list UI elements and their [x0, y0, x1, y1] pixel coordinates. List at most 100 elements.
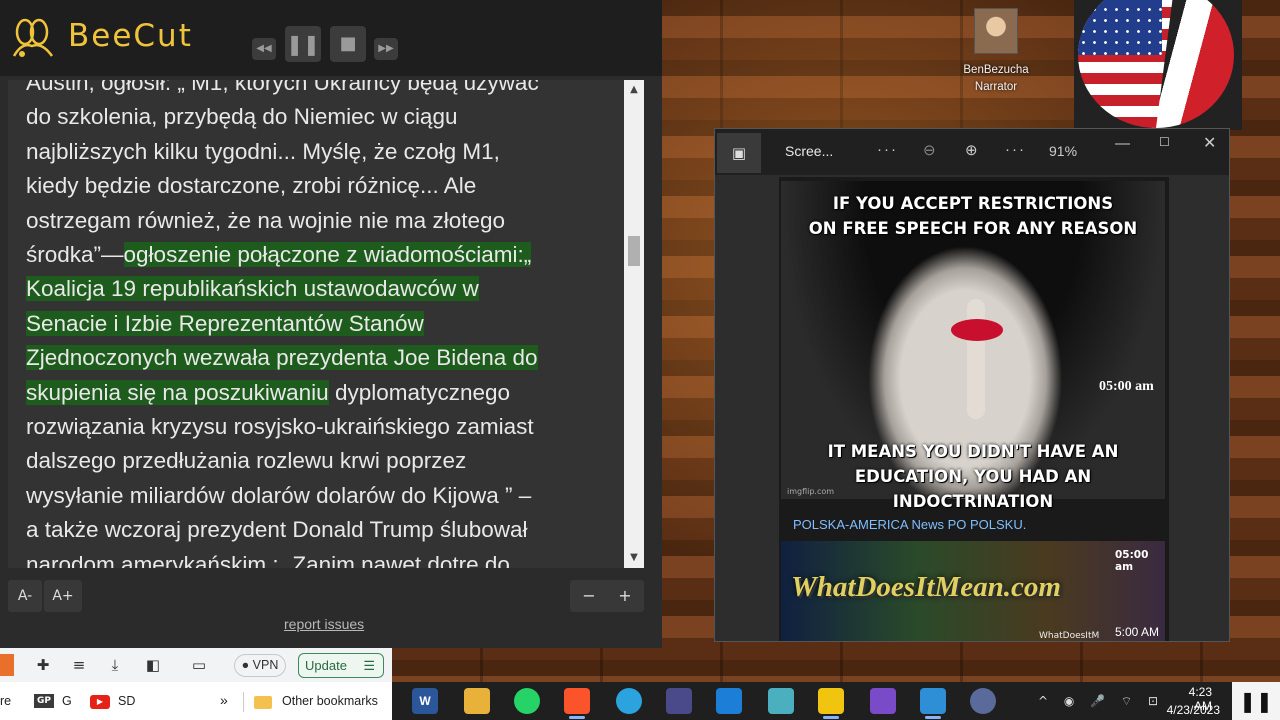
avatar-label-line1: BenBezucha — [963, 64, 1029, 76]
maximize-button[interactable]: ☐ — [1159, 135, 1170, 149]
more-options-button[interactable]: ··· — [877, 141, 898, 158]
pause-button[interactable]: ❚❚ — [285, 26, 321, 62]
file-explorer-icon[interactable] — [464, 688, 490, 714]
reader-line-text: wysyłanie miliardów dolarów dolarów do K… — [26, 482, 532, 508]
video-editor-icon[interactable] — [716, 688, 742, 714]
download-icon[interactable]: ⤓ — [104, 654, 126, 676]
bookmark-partial[interactable]: re — [0, 694, 11, 708]
avatar-label-line2: Narrator — [974, 81, 1018, 93]
zoom-minus-button[interactable]: − — [578, 580, 600, 612]
reader-line: ostrzegam również, że na wojnie nie ma z… — [26, 204, 616, 238]
avatar[interactable] — [974, 8, 1018, 54]
reader-line-text: środka”— — [26, 242, 124, 268]
reader-line: Koalicja 19 republikańskich ustawodawców… — [26, 272, 616, 306]
update-label: Update — [305, 658, 347, 673]
highlighted-text: ogłoszenie połączone z wiadomościami:„ — [123, 242, 532, 268]
meme-bottom-line1: IT MEANS YOU DIDN'T HAVE AN — [827, 442, 1119, 461]
brave-browser-icon[interactable] — [564, 688, 590, 714]
browser-toolbar: ✚ ≡ ⤓ ◧ ▭ ● VPN Update ☰ — [0, 648, 392, 682]
word-icon[interactable]: W — [412, 688, 438, 714]
previous-button[interactable]: ◀◀ — [252, 38, 276, 60]
beecut-header: BeeCut ◀◀ ❚❚ ■ ▶▶ — [0, 0, 662, 76]
report-issues-link[interactable]: report issues — [284, 616, 364, 632]
zoom-in-icon[interactable]: ⊕ — [965, 141, 978, 159]
avatar-label: BenBezucha Narrator — [940, 62, 1052, 96]
update-button[interactable]: Update ☰ — [298, 653, 384, 678]
meme-top-text: IF YOU ACCEPT RESTRICTIONS ON FREE SPEEC… — [781, 191, 1165, 241]
folder-app-icon[interactable] — [870, 688, 896, 714]
playlist-icon[interactable]: ≡ — [68, 654, 90, 676]
reader-line-text: Austin, ogłosił: „ M1, których Ukraińcy … — [26, 80, 539, 95]
reader-line-text: a także wczoraj prezydent Donald Trump ś… — [26, 517, 528, 543]
post-time-top: 05:00 am — [1115, 549, 1149, 573]
wallet-icon[interactable]: ▭ — [188, 654, 210, 676]
zoom-control: − + — [570, 580, 644, 612]
zoom-out-icon[interactable]: ⊖ — [923, 141, 936, 159]
see-more-button[interactable]: ··· — [1005, 141, 1026, 158]
youtube-icon: ▶ — [90, 695, 110, 709]
channel-name: POLSKA-AMERICA News PO POLSKU. — [793, 517, 1027, 532]
font-increase-button[interactable]: A+ — [44, 580, 82, 612]
clock-date[interactable]: 4/23/2023 — [1152, 703, 1220, 717]
highlighted-text: Zjednoczonych wezwała prezydenta Joe Bid… — [26, 345, 538, 371]
reader-text-area[interactable]: Austin, ogłosił: „ M1, których Ukraińcy … — [8, 80, 624, 568]
notes-icon[interactable] — [768, 688, 794, 714]
meme-top-line2: ON FREE SPEECH FOR ANY REASON — [808, 219, 1138, 238]
meme-top-line1: IF YOU ACCEPT RESTRICTIONS — [832, 194, 1114, 213]
font-decrease-button[interactable]: A- — [8, 580, 42, 612]
system-tray-icons[interactable]: ^ ◉ 🎤 ⌔ ⊡ — [1038, 694, 1164, 709]
scroll-up-icon[interactable]: ▲ — [624, 80, 644, 100]
reader-line-text: rozwiązania kryzysu rosyjsko-ukraińskieg… — [26, 414, 534, 440]
close-button[interactable]: ✕ — [1203, 133, 1216, 153]
telegram-icon[interactable] — [616, 688, 642, 714]
viewer-title: Scree... — [785, 143, 834, 159]
active-indicator — [823, 716, 839, 719]
photos-icon[interactable] — [920, 688, 946, 714]
stop-button[interactable]: ■ — [330, 26, 366, 62]
meme-bottom-line2: EDUCATION, YOU HAD AN INDOCTRINATION — [854, 467, 1092, 511]
scroll-down-icon[interactable]: ▼ — [624, 548, 644, 568]
photo-viewer-window: ▣ Scree... ··· ⊖ ⊕ ··· 91% — ☐ ✕ IF YOU … — [714, 128, 1230, 642]
reader-line-text: do szkolenia, przybędą do Niemiec w ciąg… — [26, 104, 458, 130]
reader-line: dalszego przedłużania rozlewu krwi poprz… — [26, 444, 616, 478]
reader-line: Austin, ogłosił: „ M1, których Ukraińcy … — [26, 80, 616, 100]
viewer-image[interactable]: IF YOU ACCEPT RESTRICTIONS ON FREE SPEEC… — [779, 177, 1169, 641]
reader-line: kiedy będzie dostarczone, zrobi różnicę.… — [26, 169, 616, 203]
scroll-thumb[interactable] — [628, 236, 640, 266]
meme-finger — [967, 299, 985, 419]
zoom-level: 91% — [1049, 143, 1078, 159]
more-bookmarks-chevron-icon[interactable]: » — [220, 692, 228, 708]
bookmarks-divider — [243, 692, 244, 712]
beecut-taskbar-icon[interactable] — [818, 688, 844, 714]
bookmark-sd[interactable]: SD — [118, 694, 135, 708]
reader-line: środka”—ogłoszenie połączone z wiadomośc… — [26, 238, 616, 272]
reader-line: najbliższych kilku tygodni... Myślę, że … — [26, 135, 616, 169]
reader-line-text: ostrzegam również, że na wojnie nie ma z… — [26, 207, 505, 233]
sidebar-icon[interactable]: ◧ — [142, 654, 164, 676]
app-title: BeeCut — [68, 18, 193, 54]
taskbar: W ^ ◉ 🎤 ⌔ ⊡ 4:23 AM 4/23/2023 ❚❚ — [392, 682, 1280, 720]
viewer-titlebar: ▣ Scree... ··· ⊖ ⊕ ··· 91% — ☐ ✕ — [715, 129, 1229, 175]
minimize-button[interactable]: — — [1115, 135, 1130, 152]
zoom-plus-button[interactable]: + — [614, 580, 636, 612]
other-bookmarks[interactable]: Other bookmarks — [282, 694, 378, 708]
vpn-button[interactable]: ● VPN — [234, 654, 286, 677]
gp-icon: GP — [34, 694, 54, 708]
beecut-window: BeeCut ◀◀ ❚❚ ■ ▶▶ Austin, ogłosił: „ M1,… — [0, 0, 662, 648]
extensions-puzzle-icon[interactable]: ✚ — [32, 654, 54, 676]
reader-line: skupienia się na poszukiwaniu dyplomatyc… — [26, 376, 616, 410]
post-image: 05:00 am WhatDoesItMean.com WhatDoesItM … — [781, 541, 1165, 641]
scrollbar[interactable]: ▲ ▼ — [624, 80, 644, 568]
whatsapp-icon[interactable] — [514, 688, 540, 714]
active-indicator — [925, 716, 941, 719]
recording-pause-icon[interactable]: ❚❚ — [1232, 682, 1280, 720]
next-button[interactable]: ▶▶ — [374, 38, 398, 60]
gallery-icon[interactable]: ▣ — [717, 133, 761, 173]
extension-icon[interactable] — [0, 654, 14, 676]
bookmark-g[interactable]: G — [62, 694, 72, 708]
reader-line-text: kiedy będzie dostarczone, zrobi różnicę.… — [26, 173, 477, 199]
obs-icon[interactable] — [970, 688, 996, 714]
highlighted-text: Senacie i Izbie Reprezentantów Stanów — [26, 310, 424, 336]
bee-logo-icon — [12, 18, 54, 57]
snipping-tool-icon[interactable] — [666, 688, 692, 714]
